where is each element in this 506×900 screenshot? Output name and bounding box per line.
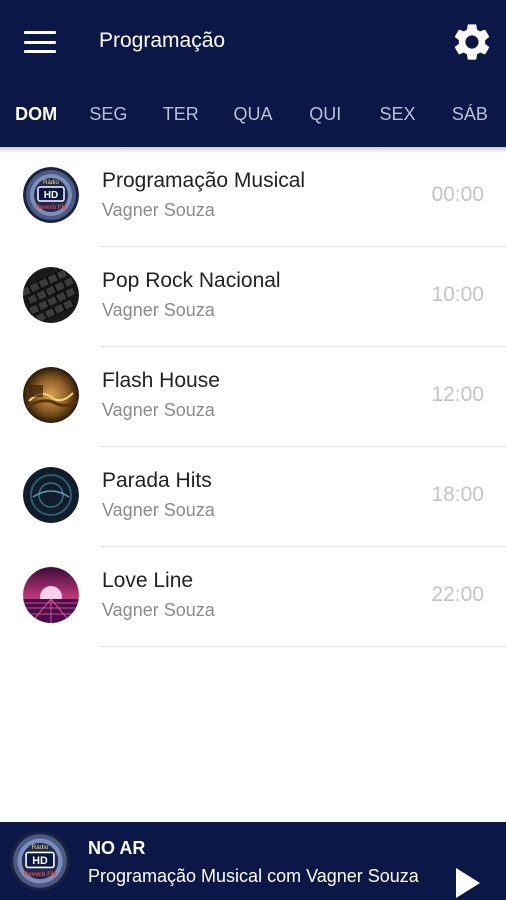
- program-title: Flash House: [102, 369, 220, 392]
- program-title: Pop Rock Nacional: [102, 269, 281, 292]
- tab-seg[interactable]: SEG: [72, 92, 144, 136]
- program-list: HD Rádio Reverb FM Programação Musical V…: [0, 147, 506, 647]
- radio-hd-logo-thumbnail: HD Rádio Reverb FM: [23, 167, 79, 223]
- program-host: Vagner Souza: [102, 600, 215, 620]
- program-time: 18:00: [431, 483, 484, 506]
- parada-hits-thumbnail: [23, 467, 79, 523]
- player-logo-hd-text: HD: [32, 855, 48, 867]
- program-time: 22:00: [431, 583, 484, 606]
- program-host: Vagner Souza: [102, 500, 215, 520]
- program-time: 12:00: [431, 383, 484, 406]
- music-graphic-thumbnail: [23, 367, 79, 423]
- program-item[interactable]: Flash House Vagner Souza 12:00: [0, 347, 506, 447]
- player-logo-top-text: Rádio: [32, 844, 49, 851]
- tab-dom[interactable]: DOM: [0, 92, 72, 136]
- tab-qui[interactable]: QUI: [289, 92, 361, 136]
- on-air-label: NO AR: [88, 838, 146, 858]
- program-host: Vagner Souza: [102, 200, 215, 220]
- program-time: 10:00: [431, 283, 484, 306]
- now-playing-text: Programação Musical com Vagner Souza: [88, 866, 419, 886]
- program-title: Parada Hits: [102, 469, 212, 492]
- program-host: Vagner Souza: [102, 300, 215, 320]
- now-playing-bar[interactable]: HD Rádio Reverb FM NO AR Programação Mus…: [0, 822, 506, 900]
- program-item[interactable]: Love Line Vagner Souza 22:00: [0, 547, 506, 647]
- logo-bottom-text: Reverb FM: [36, 205, 67, 211]
- logo-top-text: Rádio: [43, 180, 59, 186]
- radio-hd-logo-player: HD Rádio Reverb FM: [10, 831, 70, 891]
- tab-qua[interactable]: QUA: [217, 92, 289, 136]
- page-title: Programação: [99, 29, 226, 52]
- logo-hd-text: HD: [44, 190, 58, 201]
- tab-sab[interactable]: SÁB: [434, 92, 506, 136]
- program-item[interactable]: HD Rádio Reverb FM Programação Musical V…: [0, 147, 506, 247]
- play-icon[interactable]: [452, 866, 482, 900]
- menu-icon[interactable]: [22, 28, 58, 56]
- sunset-grid-thumbnail: [23, 567, 79, 623]
- program-title: Love Line: [102, 569, 194, 592]
- program-title: Programação Musical: [102, 169, 306, 192]
- toolbar: Programação: [0, 0, 506, 84]
- program-time: 00:00: [431, 183, 484, 206]
- tab-ter[interactable]: TER: [145, 92, 217, 136]
- player-logo-bottom-text: Reverb FM: [24, 871, 57, 878]
- tab-sex[interactable]: SEX: [361, 92, 433, 136]
- keyboard-thumbnail: [23, 267, 79, 323]
- program-item[interactable]: Parada Hits Vagner Souza 18:00: [0, 447, 506, 547]
- program-host: Vagner Souza: [102, 400, 215, 420]
- program-item[interactable]: Pop Rock Nacional Vagner Souza 10:00: [0, 247, 506, 347]
- day-tabs: DOM SEG TER QUA QUI SEX SÁB: [0, 92, 506, 136]
- gear-icon[interactable]: [450, 20, 494, 64]
- app-header: Programação DOM SEG TER QUA QUI SEX SÁB: [0, 0, 506, 147]
